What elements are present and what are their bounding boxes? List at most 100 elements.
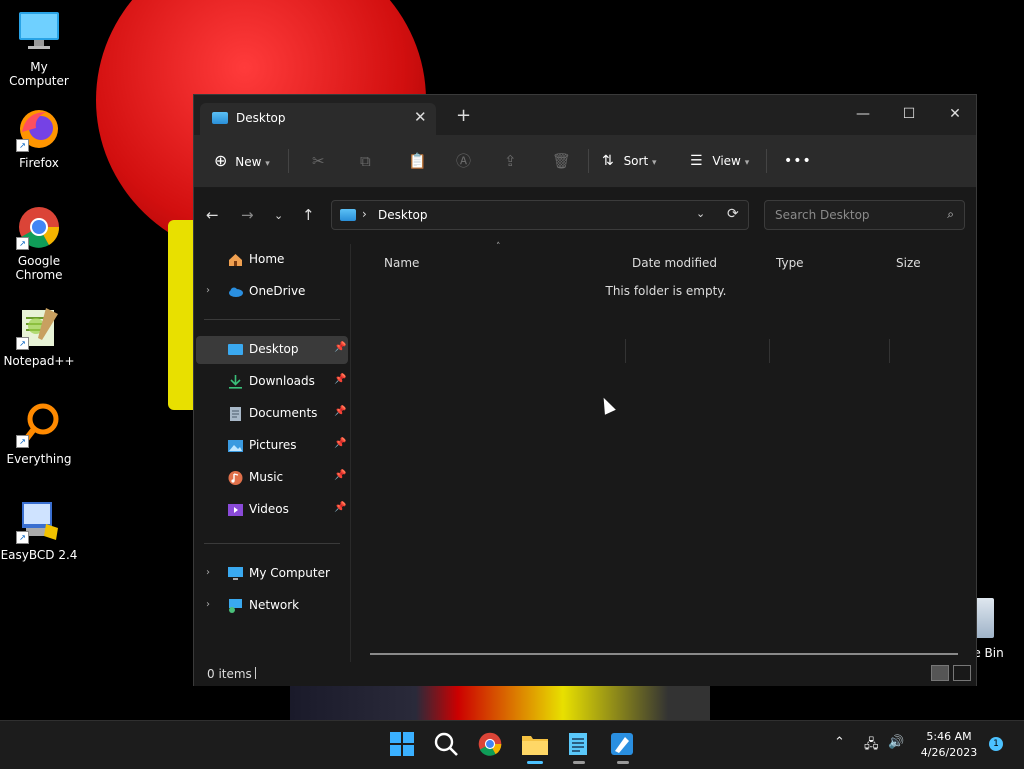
nav-item-label: Pictures [249, 438, 297, 452]
running-app-indicator [573, 761, 585, 764]
forward-arrow-icon[interactable]: → [241, 206, 254, 224]
maximize-button[interactable]: ☐ [886, 100, 932, 128]
copy-icon[interactable]: ⧉ [360, 149, 371, 173]
picture-icon [228, 440, 243, 452]
view-button-label: View [712, 154, 741, 168]
shortcut-arrow-icon: ↗ [16, 139, 29, 152]
search-box[interactable]: ⌕ [764, 200, 965, 230]
desktop-icon-firefox[interactable]: ↗ Firefox [0, 106, 78, 170]
address-dropdown-icon[interactable]: ⌄ [696, 207, 705, 220]
chevron-down-icon: ▾ [652, 158, 657, 168]
nav-item-home[interactable]: Home [196, 246, 348, 274]
windows-logo-icon [390, 732, 414, 756]
breadcrumb-desktop[interactable]: Desktop [378, 208, 428, 222]
column-header-size[interactable]: Size [896, 256, 921, 270]
desktop-icon-label: My Computer [9, 60, 69, 88]
recent-locations-chevron-icon[interactable]: ⌄ [274, 209, 283, 222]
search-input[interactable] [773, 207, 937, 223]
details-view-icon[interactable] [931, 665, 949, 681]
everything-search-icon: ↗ [16, 402, 62, 448]
close-button[interactable]: ✕ [932, 100, 978, 128]
running-app-indicator [617, 761, 629, 764]
taskbar-notepad[interactable] [565, 731, 593, 764]
tab-desktop[interactable]: Desktop ✕ [200, 103, 436, 135]
back-arrow-icon[interactable]: ← [206, 206, 219, 224]
wallpaper-bottom-shape [290, 684, 710, 720]
clock-time: 5:46 AM [926, 730, 972, 743]
tab-close-icon[interactable]: ✕ [414, 108, 427, 126]
nav-item-music[interactable]: Music 📌 [196, 464, 348, 492]
rename-icon[interactable]: Ⓐ [456, 149, 471, 173]
delete-icon[interactable]: 🗑 [552, 149, 571, 173]
nav-item-my-computer[interactable]: › My Computer [196, 560, 348, 588]
pin-icon: 📌 [334, 438, 347, 449]
command-bar: ⊕ New ▾ ✂ ⧉ 📋 Ⓐ ⇪ 🗑 ⇅ Sort ▾ ☰ View ▾ ••… [194, 135, 976, 188]
expand-chevron-icon[interactable]: › [206, 599, 210, 610]
column-header-name[interactable]: Name [384, 256, 419, 270]
chevron-down-icon: ▾ [265, 159, 270, 169]
view-button[interactable]: ☰ View ▾ [690, 149, 749, 173]
taskbar-file-explorer[interactable] [521, 731, 549, 764]
nav-item-videos[interactable]: Videos 📌 [196, 496, 348, 524]
more-options-button[interactable]: ••• [784, 149, 812, 173]
desktop-icon-recycle-bin[interactable]: le Bin [970, 598, 1024, 662]
taskbar-chrome[interactable] [477, 731, 505, 759]
sort-button[interactable]: ⇅ Sort ▾ [602, 149, 657, 173]
nav-item-desktop[interactable]: Desktop 📌 [196, 336, 348, 364]
refresh-icon[interactable]: ⟳ [727, 206, 739, 222]
expand-chevron-icon[interactable]: › [206, 567, 210, 578]
column-header-date-modified[interactable]: Date modified [632, 256, 717, 270]
breadcrumb-chevron-icon: › [362, 207, 367, 221]
up-arrow-icon[interactable]: ↑ [302, 206, 315, 224]
chevron-down-icon: ▾ [744, 158, 750, 168]
search-icon [434, 732, 458, 756]
empty-folder-message: This folder is empty. [605, 284, 727, 298]
share-icon[interactable]: ⇪ [504, 149, 517, 173]
chrome-icon: ↗ [16, 204, 62, 250]
taskbar-paint[interactable] [609, 731, 637, 764]
status-bar: 0 items [194, 662, 976, 686]
nav-item-onedrive[interactable]: › OneDrive [196, 278, 348, 306]
notification-badge[interactable]: 1 [989, 737, 1003, 751]
plus-circle-icon: ⊕ [214, 151, 228, 170]
easybcd-icon: ↗ [16, 498, 62, 544]
expand-chevron-icon[interactable]: › [206, 285, 210, 296]
nav-item-documents[interactable]: Documents 📌 [196, 400, 348, 428]
taskbar-search-button[interactable] [433, 731, 461, 759]
view-lines-icon: ☰ [690, 153, 703, 169]
network-status-icon[interactable]: 🖧 [864, 735, 879, 757]
desktop-icon-notepad-plus-plus[interactable]: ↗ Notepad++ [0, 304, 78, 368]
monitor-icon [228, 567, 243, 580]
nav-item-label: Documents [249, 406, 318, 420]
nav-item-label: Desktop [249, 342, 299, 356]
desktop-icon-my-computer[interactable]: My Computer [0, 10, 78, 88]
desktop-folder-icon [228, 344, 243, 355]
minimize-button[interactable]: — [840, 100, 886, 128]
cloud-icon [229, 287, 243, 297]
new-tab-button[interactable]: + [456, 105, 471, 126]
new-button-label: New [235, 155, 262, 169]
nav-item-network[interactable]: › Network [196, 592, 348, 620]
taskbar-clock[interactable]: 5:46 AM 4/26/2023 [914, 729, 984, 761]
music-icon [228, 471, 243, 485]
large-icons-view-icon[interactable] [953, 665, 971, 681]
volume-icon[interactable]: 🔊 [888, 735, 904, 750]
desktop-icon-google-chrome[interactable]: ↗ Google Chrome [0, 204, 78, 282]
paste-icon[interactable]: 📋 [408, 149, 427, 173]
address-bar[interactable]: › Desktop ⌄ ⟳ [331, 200, 749, 230]
nav-item-downloads[interactable]: Downloads 📌 [196, 368, 348, 396]
nav-item-label: Downloads [249, 374, 315, 388]
desktop-icon-everything[interactable]: ↗ Everything [0, 402, 78, 466]
show-hidden-icons-chevron-icon[interactable]: ⌃ [834, 735, 845, 750]
home-icon [229, 254, 242, 266]
horizontal-scrollbar[interactable] [370, 653, 958, 655]
start-button[interactable] [389, 731, 417, 759]
cut-icon[interactable]: ✂ [312, 149, 325, 173]
desktop-icon-easybcd[interactable]: ↗ EasyBCD 2.4 [0, 498, 78, 562]
desktop-icon-label: EasyBCD 2.4 [0, 548, 78, 562]
column-header-type[interactable]: Type [776, 256, 804, 270]
new-button[interactable]: ⊕ New ▾ [214, 149, 270, 173]
nav-item-pictures[interactable]: Pictures 📌 [196, 432, 348, 460]
sort-button-label: Sort [623, 154, 649, 168]
shortcut-arrow-icon: ↗ [16, 531, 29, 544]
